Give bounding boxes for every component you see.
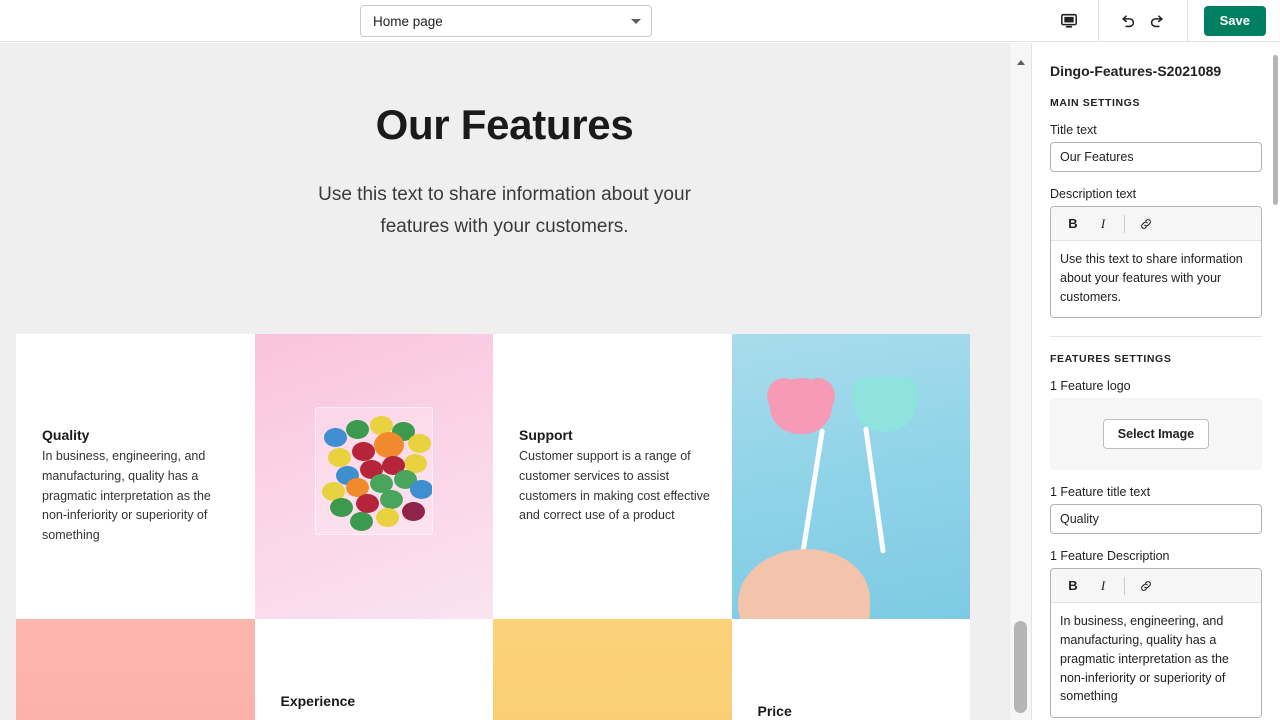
- save-button[interactable]: Save: [1203, 5, 1266, 37]
- desktop-monitor-icon[interactable]: [1054, 6, 1084, 36]
- lollipop-stick: [862, 426, 886, 554]
- description-text-field: Description text B I Use this text to sh…: [1050, 187, 1262, 319]
- bold-button[interactable]: B: [1061, 212, 1085, 236]
- page-title: Our Features: [375, 101, 634, 148]
- feature-card-support[interactable]: Support Customer support is a range of c…: [493, 334, 732, 619]
- page-selector-dropdown[interactable]: Home page: [360, 5, 652, 37]
- description-rte-content[interactable]: Use this text to share information about…: [1051, 241, 1261, 318]
- features-hero: Our Features Use this text to share info…: [0, 43, 1009, 244]
- feature-title-input[interactable]: [1050, 504, 1262, 535]
- feature-description-field: 1 Feature Description B I In business, e…: [1050, 549, 1262, 718]
- rte-toolbar: B I: [1051, 569, 1261, 604]
- feature-image-icecream[interactable]: [493, 619, 732, 720]
- feature-title: Quality: [42, 427, 90, 443]
- feature-title-label: 1 Feature title text: [1050, 485, 1151, 500]
- italic-button[interactable]: I: [1091, 574, 1115, 598]
- feature-title: Experience: [280, 693, 356, 709]
- storefront-preview: Our Features Use this text to share info…: [0, 43, 1009, 720]
- candy-box-graphic: [314, 406, 433, 535]
- editor-topbar: Home page Save: [0, 0, 1280, 42]
- toolbar-divider: [1124, 214, 1125, 233]
- chevron-down-icon: [631, 18, 641, 24]
- title-text-label: Title text: [1050, 123, 1097, 137]
- feature-title: Support: [519, 427, 573, 443]
- pink-heart-lollipop: [766, 378, 835, 434]
- preview-scrollbar[interactable]: [1009, 43, 1031, 720]
- caret-up-icon[interactable]: [1016, 60, 1025, 65]
- settings-sidebar: Dingo-Features-S2021089 Main settings Ti…: [1031, 43, 1280, 720]
- preview-device-group: [1040, 0, 1098, 42]
- feature-description-label: 1 Feature Description: [1050, 549, 1170, 564]
- feature-image-lollipops[interactable]: [731, 334, 970, 619]
- main-settings-heading: Main settings: [1050, 97, 1141, 109]
- feature-description-rich-text-editor: B I In business, engineering, and manufa…: [1050, 568, 1262, 718]
- feature-image-candy[interactable]: [254, 334, 493, 619]
- select-image-button[interactable]: Select Image: [1102, 419, 1210, 450]
- feature-logo-field: 1 Feature logo Select Image: [1050, 379, 1262, 471]
- features-settings-heading: Features settings: [1050, 353, 1172, 366]
- link-chain-icon[interactable]: [1134, 574, 1158, 598]
- feature-description: In business, engineering, and manufactur…: [42, 449, 211, 542]
- rte-toolbar: B I: [1051, 207, 1261, 241]
- title-text-field: Title text: [1050, 123, 1262, 172]
- page-subtitle: Use this text to share information about…: [318, 184, 691, 238]
- theme-preview-canvas: Our Features Use this text to share info…: [0, 43, 1031, 720]
- feature-description: Customer support is a range of customer …: [519, 449, 710, 523]
- lollipop-stick: [799, 428, 825, 556]
- teal-heart-lollipop: [850, 376, 919, 432]
- page-selector-value: Home page: [373, 13, 443, 29]
- settings-divider: [1050, 336, 1262, 338]
- block-title: Dingo-Features-S2021089: [1050, 63, 1222, 79]
- topbar-actions: Save: [1040, 0, 1280, 42]
- toolbar-divider: [1124, 576, 1125, 595]
- feature-description-rte-content[interactable]: In business, engineering, and manufactur…: [1051, 603, 1261, 717]
- feature-card-experience[interactable]: Experience: [254, 619, 493, 720]
- italic-button[interactable]: I: [1091, 212, 1115, 236]
- features-grid: Quality In business, engineering, and ma…: [16, 334, 970, 720]
- bold-button[interactable]: B: [1061, 574, 1085, 598]
- feature-card-price[interactable]: Price: [731, 619, 970, 720]
- feature-title: Price: [757, 703, 792, 719]
- hand-graphic: [737, 549, 870, 619]
- feature-image-pink[interactable]: [16, 619, 255, 720]
- sidebar-scrollbar-thumb[interactable]: [1273, 55, 1278, 205]
- description-text-label: Description text: [1050, 187, 1137, 201]
- feature-title-field: 1 Feature title text: [1050, 485, 1262, 535]
- title-text-input[interactable]: [1050, 142, 1262, 172]
- history-group: [1097, 0, 1188, 42]
- scrollbar-thumb[interactable]: [1014, 621, 1027, 713]
- description-rich-text-editor: B I Use this text to share information a…: [1050, 206, 1262, 319]
- redo-arrow-icon[interactable]: [1143, 6, 1173, 36]
- feature-card-quality[interactable]: Quality In business, engineering, and ma…: [16, 334, 255, 619]
- feature-logo-label: 1 Feature logo: [1050, 379, 1131, 394]
- undo-arrow-icon[interactable]: [1113, 6, 1143, 36]
- link-chain-icon[interactable]: [1134, 212, 1158, 236]
- image-picker: Select Image: [1050, 398, 1262, 471]
